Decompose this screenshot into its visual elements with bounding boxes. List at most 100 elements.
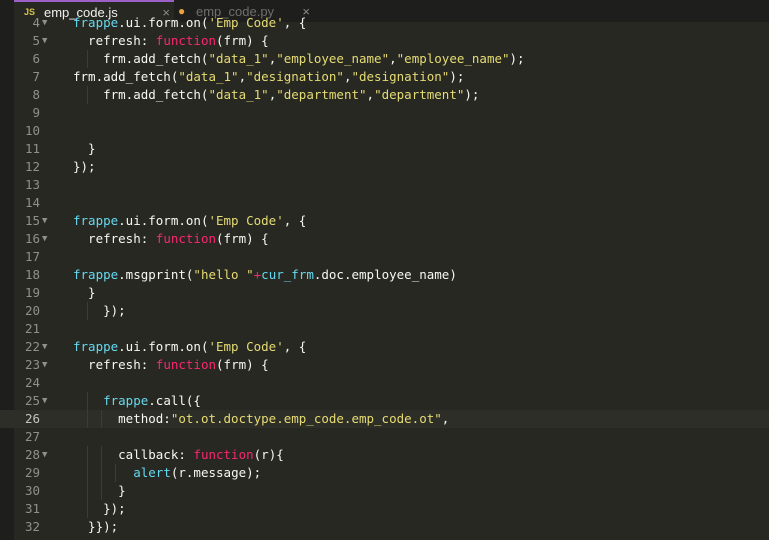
code-line[interactable]: 12}); bbox=[0, 158, 769, 176]
code-text: frm.add_fetch("data_1","employee_name","… bbox=[73, 51, 525, 66]
indent-guide bbox=[101, 464, 102, 482]
code-text: frappe.ui.form.on('Emp Code', { bbox=[73, 15, 307, 30]
code-line[interactable]: 17 bbox=[0, 248, 769, 266]
fold-arrow-icon[interactable]: ▼ bbox=[42, 392, 47, 410]
code-line[interactable]: 11 } bbox=[0, 140, 769, 158]
code-line[interactable]: 16 ▼ refresh: function(frm) { bbox=[0, 230, 769, 248]
code-line[interactable]: 27 bbox=[0, 428, 769, 446]
fold-arrow-icon[interactable]: ▼ bbox=[42, 446, 47, 464]
line-number: 31 bbox=[24, 501, 40, 516]
code-line[interactable]: 6 frm.add_fetch("data_1","employee_name"… bbox=[0, 50, 769, 68]
line-number: 14 bbox=[24, 195, 40, 210]
code-line[interactable]: 28 ▼ callback: function(r){ bbox=[0, 446, 769, 464]
line-number: 18 bbox=[24, 267, 40, 282]
indent-guide bbox=[87, 410, 88, 428]
code-line[interactable]: 32 }}); bbox=[0, 518, 769, 536]
indent-guide bbox=[101, 482, 102, 500]
code-line[interactable]: 26 method:"ot.ot.doctype.emp_code.emp_co… bbox=[0, 410, 769, 428]
line-number: 15 bbox=[24, 213, 40, 228]
code-text: frm.add_fetch("data_1","department","dep… bbox=[73, 87, 480, 102]
code-line[interactable]: 10 bbox=[0, 122, 769, 140]
code-text: } bbox=[73, 285, 96, 300]
code-line[interactable]: 4 ▼ frappe.ui.form.on('Emp Code', { bbox=[0, 14, 769, 32]
line-number: 32 bbox=[24, 519, 40, 534]
code-text: frappe.msgprint("hello "+cur_frm.doc.emp… bbox=[73, 267, 457, 282]
indent-guide bbox=[87, 482, 88, 500]
code-line[interactable]: 19 } bbox=[0, 284, 769, 302]
fold-arrow-icon[interactable]: ▼ bbox=[42, 14, 47, 32]
line-number: 8 bbox=[32, 87, 40, 102]
fold-arrow-icon[interactable]: ▼ bbox=[42, 230, 47, 248]
code-text: frappe.ui.form.on('Emp Code', { bbox=[73, 213, 307, 228]
code-text: } bbox=[73, 141, 96, 156]
code-line[interactable]: 30 } bbox=[0, 482, 769, 500]
fold-arrow-icon[interactable]: ▼ bbox=[42, 212, 47, 230]
indent-guide bbox=[87, 50, 88, 68]
code-text: refresh: function(frm) { bbox=[73, 231, 269, 246]
code-text: }); bbox=[73, 501, 126, 516]
line-number: 13 bbox=[24, 177, 40, 192]
line-number: 21 bbox=[24, 321, 40, 336]
fold-arrow-icon[interactable]: ▼ bbox=[42, 32, 47, 50]
code-line[interactable]: 24 bbox=[0, 374, 769, 392]
line-number: 24 bbox=[24, 375, 40, 390]
line-number: 7 bbox=[32, 69, 40, 84]
code-text: } bbox=[73, 483, 126, 498]
indent-guide bbox=[87, 392, 88, 410]
line-number: 12 bbox=[24, 159, 40, 174]
code-text: frappe.ui.form.on('Emp Code', { bbox=[73, 339, 307, 354]
code-text: }}); bbox=[73, 519, 119, 534]
indent-guide bbox=[87, 302, 88, 320]
code-line[interactable]: 13 bbox=[0, 176, 769, 194]
fold-arrow-icon[interactable]: ▼ bbox=[42, 338, 47, 356]
code-text: }); bbox=[73, 303, 126, 318]
indent-guide bbox=[115, 464, 116, 482]
code-editor[interactable]: 4 ▼ frappe.ui.form.on('Emp Code', {5 ▼ refr… bbox=[0, 15, 769, 540]
code-line[interactable]: 14 bbox=[0, 194, 769, 212]
line-number: 6 bbox=[32, 51, 40, 66]
line-number: 29 bbox=[24, 465, 40, 480]
line-number: 28 bbox=[24, 447, 40, 462]
code-text: method:"ot.ot.doctype.emp_code.emp_code.… bbox=[73, 411, 450, 426]
line-number: 19 bbox=[24, 285, 40, 300]
code-line[interactable]: 7 frm.add_fetch("data_1","designation","d… bbox=[0, 68, 769, 86]
code-line[interactable]: 23 ▼ refresh: function(frm) { bbox=[0, 356, 769, 374]
line-number: 26 bbox=[24, 411, 40, 426]
line-number: 4 bbox=[32, 15, 40, 30]
line-number: 27 bbox=[24, 429, 40, 444]
code-line[interactable]: 15 ▼ frappe.ui.form.on('Emp Code', { bbox=[0, 212, 769, 230]
code-line[interactable]: 31 }); bbox=[0, 500, 769, 518]
code-line[interactable]: 22 ▼ frappe.ui.form.on('Emp Code', { bbox=[0, 338, 769, 356]
code-text: frm.add_fetch("data_1","designation","de… bbox=[73, 69, 465, 84]
code-text: frappe.call({ bbox=[103, 393, 201, 408]
code-line[interactable]: 29 alert(r.message); bbox=[0, 464, 769, 482]
code-text: refresh: function(frm) { bbox=[73, 357, 269, 372]
code-line[interactable]: 20 }); bbox=[0, 302, 769, 320]
line-number: 17 bbox=[24, 249, 40, 264]
indent-guide bbox=[101, 446, 102, 464]
code-line[interactable]: 21 bbox=[0, 320, 769, 338]
indent-guide bbox=[87, 464, 88, 482]
code-line[interactable]: 25 ▼ frappe.call({ bbox=[0, 392, 769, 410]
line-number: 9 bbox=[32, 105, 40, 120]
indent-guide bbox=[87, 500, 88, 518]
indent-guide bbox=[87, 446, 88, 464]
code-line[interactable]: 5 ▼ refresh: function(frm) { bbox=[0, 32, 769, 50]
code-line[interactable]: 8 frm.add_fetch("data_1","department","d… bbox=[0, 86, 769, 104]
code-text: refresh: function(frm) { bbox=[73, 33, 269, 48]
code-text: }); bbox=[73, 159, 96, 174]
line-number: 22 bbox=[24, 339, 40, 354]
line-number: 25 bbox=[24, 393, 40, 408]
code-text: callback: function(r){ bbox=[73, 447, 284, 462]
line-number: 20 bbox=[24, 303, 40, 318]
line-number: 16 bbox=[24, 231, 40, 246]
line-number: 11 bbox=[24, 141, 40, 156]
line-number: 30 bbox=[24, 483, 40, 498]
code-line[interactable]: 9 bbox=[0, 104, 769, 122]
line-number: 5 bbox=[32, 33, 40, 48]
line-number: 23 bbox=[24, 357, 40, 372]
indent-guide bbox=[87, 86, 88, 104]
code-line[interactable]: 18 frappe.msgprint("hello "+cur_frm.doc.e… bbox=[0, 266, 769, 284]
line-number: 10 bbox=[24, 123, 40, 138]
fold-arrow-icon[interactable]: ▼ bbox=[42, 356, 47, 374]
